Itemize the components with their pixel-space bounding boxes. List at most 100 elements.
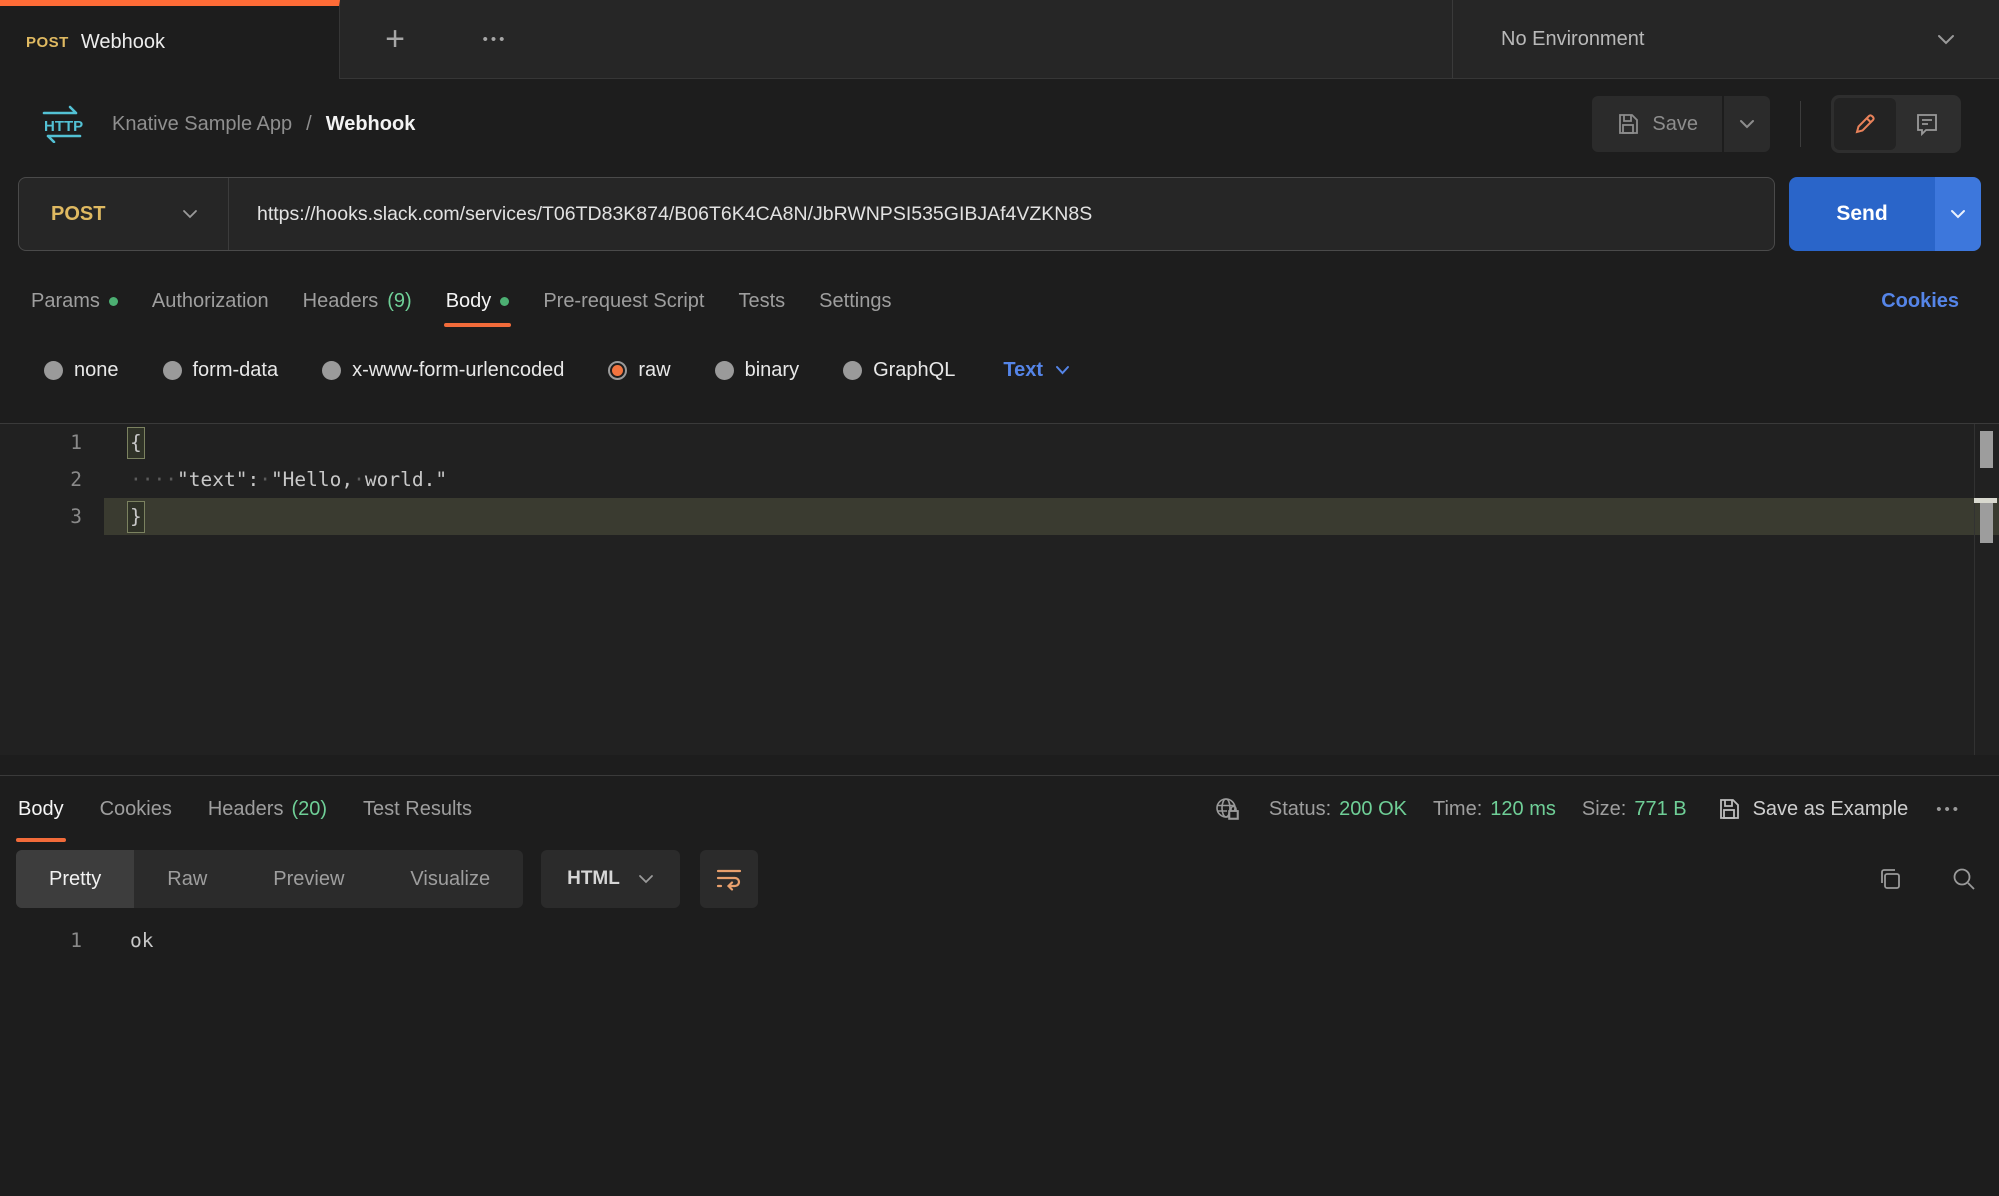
save-as-example-button[interactable]: Save as Example — [1717, 797, 1909, 821]
postman-window: POST Webhook + ••• No Environment HTTP K… — [0, 0, 1999, 1196]
breadcrumb-collection[interactable]: Knative Sample App — [112, 113, 292, 136]
response-tab-headers[interactable]: Headers (20) — [190, 776, 345, 842]
editor-scrollbar[interactable] — [1974, 424, 1999, 755]
ellipsis-icon: ••• — [1936, 801, 1961, 818]
response-tab-cookies[interactable]: Cookies — [82, 776, 190, 842]
new-tab-button[interactable]: + — [340, 0, 450, 78]
chevron-down-icon — [1937, 34, 1955, 45]
url-bar: POST https://hooks.slack.com/services/T0… — [18, 177, 1775, 251]
request-tab-params[interactable]: Params — [14, 275, 135, 327]
size-value: 771 B — [1634, 798, 1686, 821]
comments-button[interactable] — [1896, 98, 1958, 150]
response-tab-body[interactable]: Body — [0, 776, 82, 842]
response-toolbar: PrettyRawPreview Visualize HTML — [16, 850, 1977, 908]
code-line[interactable]: 1{ — [0, 424, 1999, 461]
method-select[interactable]: POST — [19, 178, 229, 250]
tab-label: Headers — [208, 798, 284, 821]
request-tab-headers[interactable]: Headers (9) — [286, 275, 429, 327]
request-body-editor[interactable]: 1{2····"text":·"Hello,·world."3} — [0, 423, 1999, 755]
cookies-link[interactable]: Cookies — [1881, 290, 1959, 313]
tab-label: Body — [446, 290, 492, 313]
save-options-button[interactable] — [1724, 96, 1770, 152]
copy-icon[interactable] — [1877, 866, 1903, 892]
save-button[interactable]: Save — [1592, 96, 1722, 152]
tab-title: Webhook — [81, 31, 165, 54]
tab-label: Authorization — [152, 290, 269, 313]
response-tab-test-results[interactable]: Test Results — [345, 776, 490, 842]
radio-label: binary — [745, 359, 799, 382]
chevron-down-icon — [1950, 209, 1966, 219]
line-content: ok — [104, 922, 1999, 960]
whitespace-dot: · — [154, 468, 166, 491]
view-visualize[interactable]: Visualize — [377, 850, 523, 908]
request-tab-pre-request-script[interactable]: Pre-request Script — [526, 275, 721, 327]
chevron-down-icon — [1739, 119, 1755, 129]
body-type-binary[interactable]: binary — [715, 359, 799, 382]
code-line[interactable]: 2····"text":·"Hello,·world." — [0, 461, 1999, 498]
body-type-graphql[interactable]: GraphQL — [843, 359, 955, 382]
breadcrumb-separator: / — [306, 113, 312, 136]
radio-icon — [608, 361, 627, 380]
view-preview[interactable]: Preview — [240, 850, 377, 908]
request-tab-authorization[interactable]: Authorization — [135, 275, 286, 327]
time-pair: Time: 120 ms — [1433, 798, 1556, 821]
tab-label: Test Results — [363, 798, 472, 821]
green-dot-icon — [109, 297, 118, 306]
body-type-none[interactable]: none — [44, 359, 119, 382]
radio-label: x-www-form-urlencoded — [352, 359, 564, 382]
scrollbar-cursor-mark[interactable] — [1980, 503, 1993, 543]
code-line[interactable]: 3} — [0, 498, 1999, 535]
tab-label: Headers — [303, 290, 379, 313]
response-options-button[interactable]: ••• — [1936, 801, 1961, 818]
tab-strip-spacer — [540, 0, 1452, 78]
radio-icon — [843, 361, 862, 380]
tab-label: Body — [18, 798, 64, 821]
response-body-viewer[interactable]: 1ok — [0, 922, 1999, 960]
send-options-button[interactable] — [1935, 177, 1981, 251]
tab-count: (9) — [387, 290, 411, 313]
response-format-select[interactable]: HTML — [541, 850, 680, 908]
time-value: 120 ms — [1490, 798, 1556, 821]
request-tabs: Params Authorization Headers (9) Body Pre-req… — [14, 275, 1959, 327]
save-label: Save — [1652, 113, 1698, 136]
body-type-selector: none form-data x-www-form-urlencoded raw bin… — [44, 347, 1999, 393]
request-tab[interactable]: POST Webhook — [0, 0, 340, 79]
whitespace-dot: · — [142, 468, 154, 491]
plus-icon: + — [385, 20, 405, 59]
request-tab-tests[interactable]: Tests — [721, 275, 802, 327]
send-button[interactable]: Send — [1789, 177, 1935, 251]
line-number: 3 — [0, 498, 104, 535]
network-lock-icon[interactable] — [1213, 795, 1243, 823]
body-type-x-www-form-urlencoded[interactable]: x-www-form-urlencoded — [322, 359, 564, 382]
floppy-disk-icon — [1616, 112, 1640, 136]
environment-selector[interactable]: No Environment — [1452, 0, 1999, 78]
body-type-raw[interactable]: raw — [608, 359, 670, 382]
view-pretty[interactable]: Pretty — [16, 850, 134, 908]
scrollbar-thumb[interactable] — [1980, 431, 1993, 468]
bracket-match-highlight: { — [127, 427, 145, 459]
view-label: Visualize — [410, 868, 490, 891]
body-type-form-data[interactable]: form-data — [163, 359, 279, 382]
header-divider — [1800, 101, 1801, 147]
bracket-match-highlight: } — [127, 501, 145, 533]
raw-language-select[interactable]: Text — [1003, 359, 1070, 382]
response-view-switcher: PrettyRawPreview Visualize — [16, 850, 523, 908]
radio-label: form-data — [193, 359, 279, 382]
search-icon[interactable] — [1951, 866, 1977, 892]
breadcrumb-request-name[interactable]: Webhook — [326, 113, 416, 136]
edit-mode-button[interactable] — [1834, 98, 1896, 150]
tab-count: (20) — [291, 798, 327, 821]
radio-icon — [163, 361, 182, 380]
code-line[interactable]: 1ok — [0, 922, 1999, 960]
request-url-row: POST https://hooks.slack.com/services/T0… — [18, 177, 1981, 251]
radio-icon — [322, 361, 341, 380]
response-tabs: Body Cookies Headers (20) Test Results Statu… — [0, 776, 1999, 842]
floppy-disk-icon — [1717, 797, 1741, 821]
tab-options-button[interactable]: ••• — [450, 0, 540, 78]
status-label: Status: — [1269, 798, 1331, 821]
url-input[interactable]: https://hooks.slack.com/services/T06TD83… — [229, 178, 1774, 250]
view-raw[interactable]: Raw — [134, 850, 240, 908]
wrap-lines-button[interactable] — [700, 850, 758, 908]
request-tab-settings[interactable]: Settings — [802, 275, 908, 327]
request-tab-body[interactable]: Body — [429, 275, 527, 327]
